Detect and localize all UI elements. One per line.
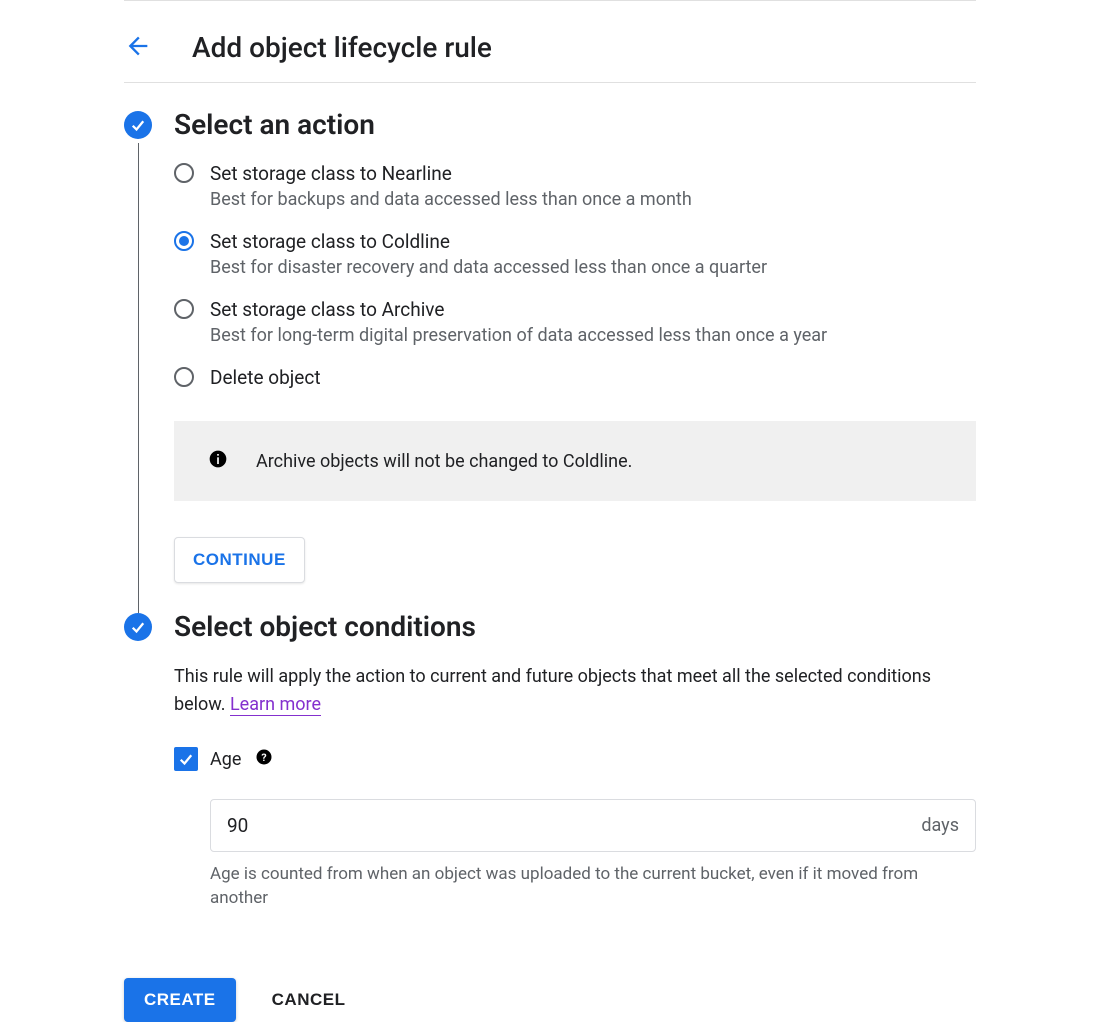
radio-option-coldline[interactable]: Set storage class to Coldline Best for d… — [174, 229, 976, 281]
info-box: Archive objects will not be changed to C… — [174, 421, 976, 501]
age-help-text: Age is counted from when an object was u… — [210, 862, 976, 910]
radio-label: Set storage class to Nearline — [210, 161, 692, 187]
continue-button[interactable]: CONTINUE — [174, 537, 305, 583]
radio-icon — [174, 163, 194, 183]
info-icon — [208, 449, 228, 473]
age-checkbox[interactable] — [174, 747, 198, 771]
page-title: Add object lifecycle rule — [192, 31, 492, 64]
radio-desc: Best for long-term digital preservation … — [210, 323, 827, 349]
radio-icon — [174, 231, 194, 251]
step1-indicator — [124, 111, 152, 613]
radio-icon — [174, 367, 194, 387]
svg-text:?: ? — [262, 751, 267, 764]
step2-indicator — [124, 613, 152, 940]
step1-title: Select an action — [174, 111, 976, 139]
radio-icon — [174, 299, 194, 319]
radio-option-delete[interactable]: Delete object — [174, 365, 976, 391]
radio-label: Delete object — [210, 365, 321, 391]
radio-option-nearline[interactable]: Set storage class to Nearline Best for b… — [174, 161, 976, 213]
cancel-button[interactable]: CANCEL — [272, 990, 346, 1010]
footer-buttons: CREATE CANCEL — [124, 978, 976, 1022]
learn-more-link[interactable]: Learn more — [230, 694, 321, 716]
help-icon[interactable]: ? — [255, 748, 273, 770]
create-button[interactable]: CREATE — [124, 978, 236, 1022]
age-suffix: days — [921, 815, 959, 836]
step2-title: Select object conditions — [174, 613, 976, 641]
age-input-field: days — [210, 799, 976, 852]
step2-description: This rule will apply the action to curre… — [174, 663, 976, 719]
back-arrow-icon[interactable] — [124, 32, 152, 64]
radio-label: Set storage class to Archive — [210, 297, 827, 323]
age-input[interactable] — [227, 814, 921, 837]
check-icon — [124, 111, 152, 139]
age-label: Age — [210, 749, 241, 770]
radio-desc: Best for backups and data accessed less … — [210, 187, 692, 213]
page-header: Add object lifecycle rule — [124, 0, 976, 83]
info-text: Archive objects will not be changed to C… — [256, 451, 632, 472]
radio-desc: Best for disaster recovery and data acce… — [210, 255, 767, 281]
condition-age: Age ? — [174, 747, 976, 771]
check-icon — [124, 613, 152, 641]
radio-option-archive[interactable]: Set storage class to Archive Best for lo… — [174, 297, 976, 349]
radio-label: Set storage class to Coldline — [210, 229, 767, 255]
